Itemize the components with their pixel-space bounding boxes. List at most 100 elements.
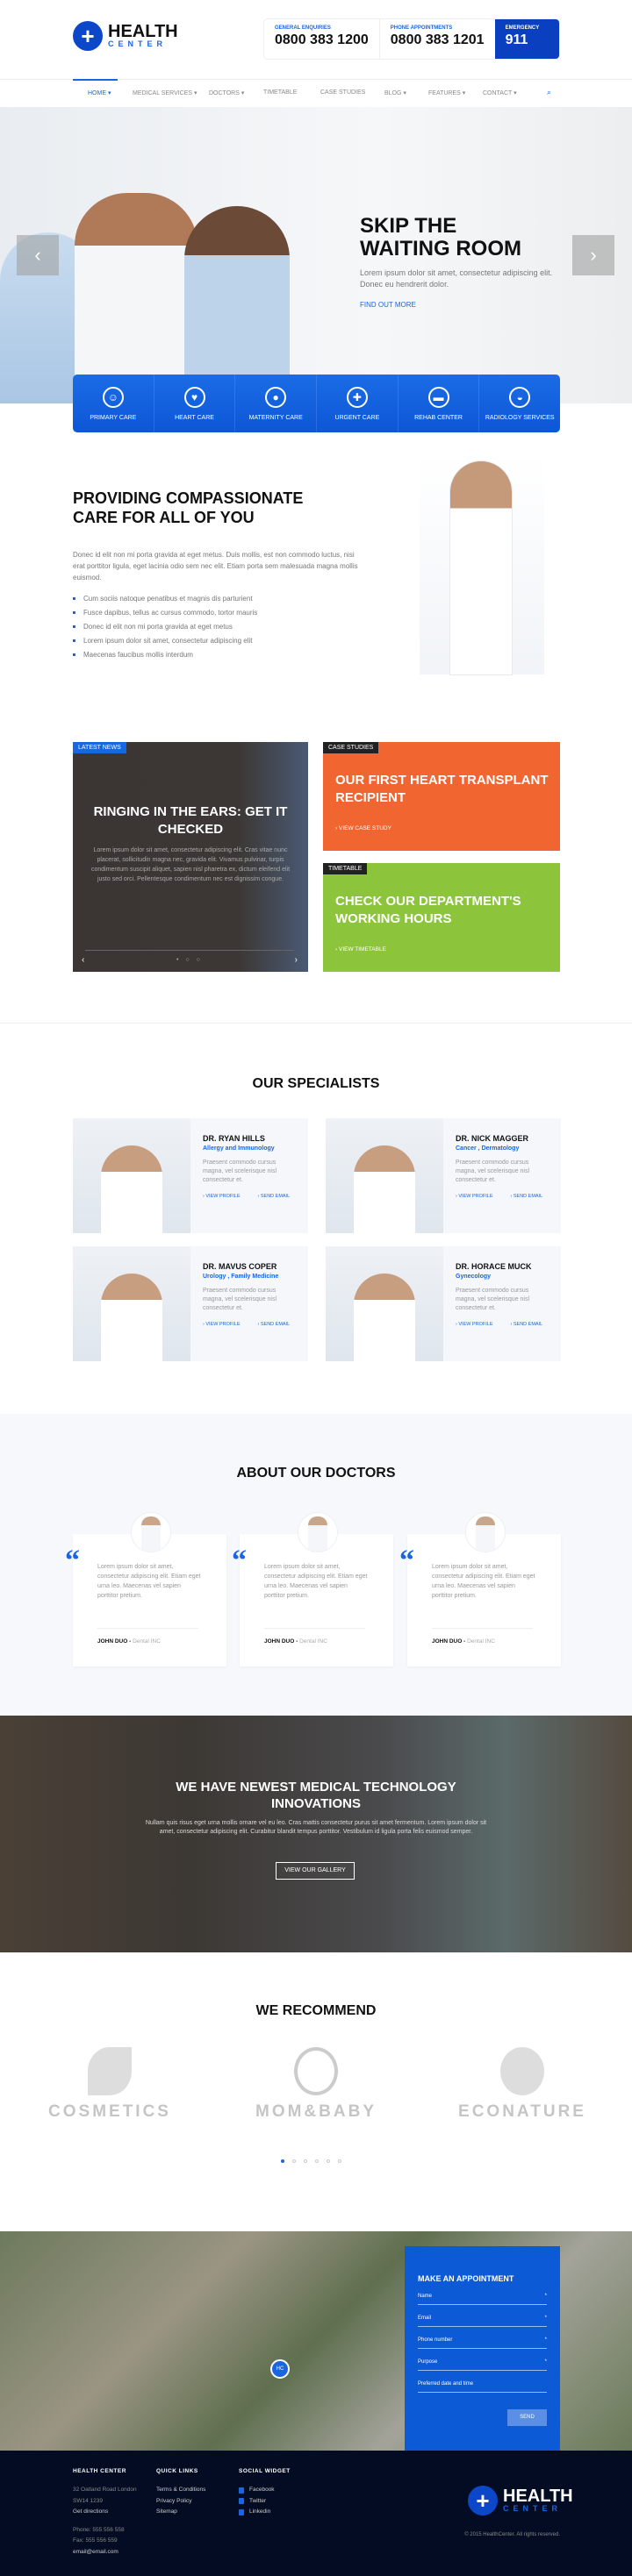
nav-doctors[interactable]: DOCTORS ▾: [209, 89, 244, 96]
map-pin-icon[interactable]: HC: [270, 2359, 290, 2379]
find-out-more-link[interactable]: FIND OUT MORE: [360, 301, 416, 309]
linkedin-link[interactable]: Linkedin: [239, 2507, 291, 2518]
compassion-title: PROVIDING COMPASSIONATE CARE FOR ALL OF Y…: [73, 489, 304, 526]
list-item: Lorem ipsum dolor sit amet, consectetur …: [73, 637, 257, 651]
doctor-avatar: [298, 1512, 338, 1552]
email-field[interactable]: Email *: [418, 2316, 547, 2327]
next-slide-arrow[interactable]: ›: [572, 235, 614, 275]
timetable-card[interactable]: TIMETABLE CHECK OUR DEPARTMENT'S WORKING…: [323, 863, 560, 972]
send-email-link[interactable]: › SEND EMAIL: [511, 1194, 543, 1199]
footer-heading: SOCIAL WIDGET: [239, 2468, 291, 2474]
service-primary-care[interactable]: ☺ PRIMARY CARE: [73, 375, 154, 432]
view-profile-link[interactable]: › VIEW PROFILE: [203, 1194, 241, 1199]
footer: HEALTH CENTER 32 Oatland Road London SW1…: [0, 2451, 632, 2576]
page-dot[interactable]: [304, 2159, 307, 2163]
nav-timetable[interactable]: TIMETABLE: [263, 89, 297, 96]
about-title: ABOUT OUR DOCTORS: [236, 1466, 396, 1481]
appointment-form: MAKE AN APPOINTMENT Name * Email * Phone n…: [405, 2246, 560, 2451]
nav-medical-services[interactable]: MEDICAL SERVICES ▾: [133, 89, 198, 96]
page-dot[interactable]: [315, 2159, 319, 2163]
purpose-field[interactable]: Purpose *: [418, 2359, 547, 2371]
search-icon[interactable]: ⌕: [547, 88, 551, 97]
send-button[interactable]: SEND: [507, 2409, 547, 2426]
specialist-card: DR. MAVUS COPER Urology , Family Medicin…: [73, 1246, 308, 1361]
service-heart-care[interactable]: ♥ HEART CARE: [154, 375, 236, 432]
cross-icon: +: [73, 21, 103, 51]
news-tag: LATEST NEWS: [73, 742, 126, 753]
privacy-link[interactable]: Privacy Policy: [156, 2496, 205, 2508]
service-urgent-care[interactable]: ✚ URGENT CARE: [317, 375, 399, 432]
doctor-name: DR. HORACE MUCK: [456, 1262, 532, 1271]
send-email-link[interactable]: › SEND EMAIL: [258, 1194, 291, 1199]
tech-text: Nullam quis risus eget urna mollis ornar…: [145, 1820, 487, 1835]
brand-cosmetics[interactable]: COSMETICS: [31, 2047, 189, 2122]
baby-icon: ●: [265, 386, 287, 408]
fax: Fax: 555 556 559: [73, 2537, 118, 2544]
page-dot[interactable]: [281, 2159, 284, 2163]
news-prev-arrow[interactable]: ‹: [82, 955, 84, 965]
cross-icon: +: [468, 2486, 498, 2515]
news-pagination[interactable]: •○○: [176, 957, 207, 963]
nav-case-studies[interactable]: CASE STUDIES: [320, 89, 365, 96]
facebook-icon: [239, 2487, 244, 2494]
doctor-text: Praesent commodo cursus magna, vel scele…: [203, 1288, 277, 1311]
view-profile-link[interactable]: › VIEW PROFILE: [456, 1194, 493, 1199]
twitter-icon: [239, 2498, 244, 2505]
page-dot[interactable]: [327, 2159, 330, 2163]
nav-features[interactable]: FEATURES ▾: [428, 89, 465, 96]
news-text: Lorem ipsum dolor sit amet, consectetur …: [90, 847, 291, 882]
send-email-link[interactable]: › SEND EMAIL: [511, 1322, 543, 1327]
directions-link[interactable]: Get directions: [73, 2507, 137, 2518]
service-maternity-care[interactable]: ● MATERNITY CARE: [235, 375, 318, 432]
prev-slide-arrow[interactable]: ‹: [17, 235, 59, 275]
quote-icon: “: [65, 1545, 80, 1577]
view-case-study-link[interactable]: › VIEW CASE STUDY: [335, 825, 391, 831]
doctor-avatar: [465, 1512, 506, 1552]
phone[interactable]: 911: [506, 32, 549, 48]
specialists-title: OUR SPECIALISTS: [252, 1076, 380, 1091]
quote-icon: “: [399, 1545, 414, 1577]
view-profile-link[interactable]: › VIEW PROFILE: [203, 1322, 241, 1327]
brand-mom-baby[interactable]: MOM&BABY: [237, 2047, 395, 2122]
testimonial-card: “ Lorem ipsum dolor sit amet, consectetu…: [232, 1512, 393, 1666]
nav-contact[interactable]: CONTACT ▾: [483, 89, 517, 96]
terms-link[interactable]: Terms & Conditions: [156, 2485, 205, 2496]
brand-econature[interactable]: ECONATURE: [443, 2047, 601, 2122]
logo-title: HEALTH: [108, 22, 178, 41]
nav-home[interactable]: HOME ▾: [88, 89, 111, 96]
testimonial-text: Lorem ipsum dolor sit amet, consectetur …: [97, 1564, 201, 1599]
page-dot[interactable]: [292, 2159, 296, 2163]
cross-icon: ✚: [346, 386, 368, 408]
view-gallery-button[interactable]: VIEW OUR GALLERY: [276, 1862, 355, 1880]
sitemap-link[interactable]: Sitemap: [156, 2507, 205, 2518]
service-rehab-center[interactable]: ▬ REHAB CENTER: [399, 375, 480, 432]
service-radiology[interactable]: ◒ RADIOLOGY SERVICES: [479, 375, 560, 432]
twitter-link[interactable]: Twitter: [239, 2496, 291, 2508]
doctor-image: [420, 453, 544, 674]
recommend-title: WE RECOMMEND: [255, 2003, 377, 2018]
send-email-link[interactable]: › SEND EMAIL: [258, 1322, 291, 1327]
view-timetable-link[interactable]: › VIEW TIMETABLE: [335, 946, 386, 953]
view-profile-link[interactable]: › VIEW PROFILE: [456, 1322, 493, 1327]
phone-field[interactable]: Phone number *: [418, 2337, 547, 2349]
copyright: © 2015 HealthCenter. All rights reserved…: [464, 2532, 560, 2537]
name-field[interactable]: Name *: [418, 2294, 547, 2305]
quote-icon: “: [232, 1545, 247, 1577]
doctor-photo: [73, 1118, 190, 1233]
footer-heading: QUICK LINKS: [156, 2468, 198, 2474]
news-next-arrow[interactable]: ›: [295, 955, 298, 965]
email-link[interactable]: email@email.com: [73, 2547, 137, 2558]
phone[interactable]: 0800 383 1200: [275, 32, 369, 48]
hero-title: SKIP THE WAITING ROOM: [360, 214, 521, 260]
testimonial-card: “ Lorem ipsum dolor sit amet, consectetu…: [399, 1512, 561, 1666]
emergency: EMERGENCY 911: [494, 19, 559, 59]
date-time-field[interactable]: Preferred date and time: [418, 2381, 547, 2393]
nav-blog[interactable]: BLOG ▾: [384, 89, 406, 96]
logo[interactable]: + HEALTH CENTER: [73, 21, 178, 51]
case-study-card[interactable]: CASE STUDIES OUR FIRST HEART TRANSPLANT …: [323, 742, 560, 851]
page-dot[interactable]: [338, 2159, 341, 2163]
facebook-link[interactable]: Facebook: [239, 2485, 291, 2496]
phone[interactable]: 0800 383 1201: [391, 32, 485, 48]
news-title[interactable]: RINGING IN THE EARS: GET IT CHECKED: [90, 803, 291, 838]
doctor-text: Praesent commodo cursus magna, vel scele…: [456, 1288, 530, 1311]
